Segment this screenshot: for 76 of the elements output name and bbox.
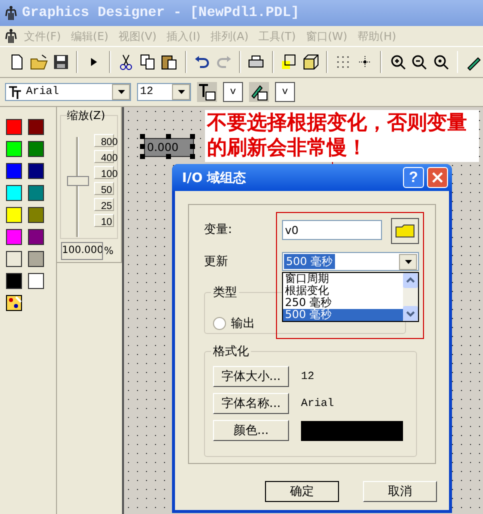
color-swatch[interactable] [6,273,22,289]
caret-icon [178,90,184,94]
annotation-text: 不要选择根据变化，否则变量的刷新会非常慢！ [205,110,479,162]
zoom-out-icon[interactable] [410,53,428,71]
cancel-button[interactable]: 取消 [363,481,437,502]
paste-icon[interactable] [160,53,178,71]
caret-icon [118,90,124,94]
selection-handle-icon[interactable] [166,154,171,159]
format-value: 12 [301,370,314,382]
zoom-preset-button[interactable]: 25 [94,198,114,211]
variable-field[interactable]: v0 [282,220,382,240]
color-swatch[interactable] [28,207,44,223]
pen-color-icon[interactable] [250,83,268,101]
format-value: Arial [301,398,334,410]
update-dropdown[interactable]: 500 毫秒 [282,252,419,271]
palette-icon[interactable] [6,295,22,311]
scroll-down-icon[interactable] [403,306,418,321]
format-button[interactable]: 字体名称... [213,393,289,414]
color-swatch[interactable] [6,163,22,179]
group-label: 类型 [211,284,239,301]
scrollbar[interactable] [403,273,418,321]
app-icon[interactable] [4,28,18,44]
dialog-title: I/O 域组态 [182,170,248,186]
ok-button[interactable]: 确定 [265,481,339,502]
color-swatch[interactable] [6,207,22,223]
list-option[interactable]: 500 毫秒 [283,309,403,321]
font-icon [8,85,22,99]
dropdown-button[interactable]: v [223,82,243,102]
window-title: Graphics Designer - [NewPdl1.PDL] [22,5,300,21]
zoom-label: 缩放(Z) [67,108,106,123]
zoom-preset-button[interactable]: 10 [94,214,114,227]
size-dropdown[interactable]: 12 [137,83,191,101]
radio-label: 输出 [231,315,255,332]
group-label: 格式化 [211,343,251,360]
caret-icon [404,260,412,264]
radio-button[interactable] [213,317,226,330]
color-swatch[interactable] [28,273,44,289]
color-swatch[interactable] [28,251,44,267]
variable-label: 变量: [204,221,232,238]
zoom-preset-button[interactable]: 50 [94,182,114,195]
color-swatch[interactable] [28,163,44,179]
folder-icon [395,224,415,238]
dropdown-button[interactable]: v [275,82,295,102]
update-label: 更新 [204,253,228,270]
color-swatch[interactable] [6,185,22,201]
font-dropdown[interactable]: Arial [5,83,131,101]
color-swatch[interactable] [6,141,22,157]
color-swatch[interactable] [6,251,22,267]
color-swatch[interactable] [6,229,22,245]
open-folder-icon[interactable] [30,53,48,71]
zoom-in-icon[interactable] [388,53,407,71]
selection-handle-icon[interactable] [166,134,171,139]
color-swatch[interactable] [28,229,44,245]
color-swatch[interactable] [28,119,44,135]
list-option[interactable]: 窗口周期 [283,273,403,285]
copy-icon[interactable] [138,53,157,71]
format-button[interactable]: 字体大小... [213,366,289,387]
format-button[interactable]: 颜色... [213,420,289,441]
help-button[interactable]: ? [403,167,424,188]
color-swatch[interactable] [28,141,44,157]
save-icon[interactable] [52,53,70,71]
io-field[interactable]: 0.000 [144,138,194,157]
zoom-icon[interactable] [432,53,450,71]
close-icon [432,172,443,183]
color-swatch[interactable] [28,185,44,201]
unit-label: % [104,246,114,256]
browse-button[interactable] [391,218,419,244]
list-option[interactable]: 根据变化 [283,285,403,297]
color-swatch[interactable] [6,119,22,135]
text-color-icon[interactable] [198,83,216,101]
scroll-up-icon[interactable] [403,273,418,288]
undo-icon[interactable] [193,53,212,71]
close-button[interactable] [427,167,448,188]
slider-thumb[interactable] [67,176,89,186]
list-option[interactable]: 250 毫秒 [283,297,403,309]
app-icon [4,5,18,21]
